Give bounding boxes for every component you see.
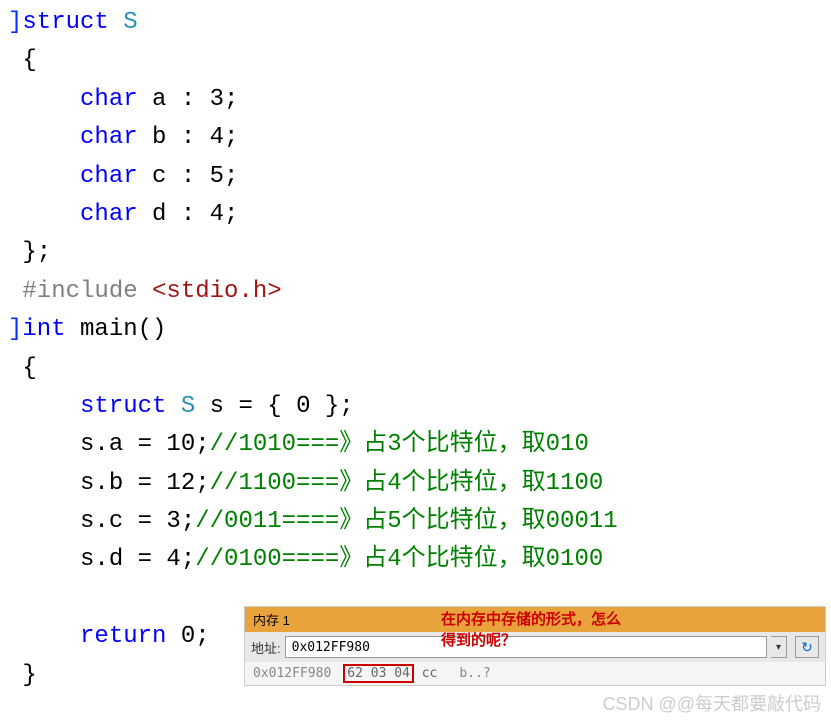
code-line: {	[0, 42, 831, 80]
memory-bytes: 62 03 04 cc	[343, 666, 437, 681]
dropdown-icon[interactable]: ▾	[771, 636, 787, 658]
code-line: s.a = 10;//1010===》占3个比特位，取010	[0, 426, 831, 464]
code-line: s.c = 3;//0011====》占5个比特位，取00011	[0, 503, 831, 541]
refresh-icon: ↻	[801, 639, 813, 656]
code-line: s.b = 12;//1100===》占4个比特位，取1100	[0, 465, 831, 503]
code-line: char b : 4;	[0, 119, 831, 157]
code-line: {	[0, 350, 831, 388]
code-line: #include <stdio.h>	[0, 273, 831, 311]
code-line: };	[0, 234, 831, 272]
memory-ascii: b..?	[459, 666, 490, 681]
code-line: ]struct S	[0, 4, 831, 42]
code-editor: ]struct S { char a : 3; char b : 4; char…	[0, 0, 831, 699]
code-line: s.d = 4;//0100====》占4个比特位，取0100	[0, 541, 831, 579]
watermark: CSDN @@每天都要敲代码	[602, 690, 821, 716]
refresh-button[interactable]: ↻	[795, 636, 819, 658]
code-line: char c : 5;	[0, 158, 831, 196]
memory-hex-view: 0x012FF980 62 03 04 cc b..?	[245, 662, 825, 685]
fold-bracket: ]	[8, 316, 22, 343]
code-line: char a : 3;	[0, 81, 831, 119]
address-label: 地址:	[251, 638, 281, 657]
code-line: struct S s = { 0 };	[0, 388, 831, 426]
code-line: ]int main()	[0, 311, 831, 349]
memory-address: 0x012FF980	[253, 666, 331, 681]
code-line: char d : 4;	[0, 196, 831, 234]
annotation-text: 在内存中存储的形式，怎么 得到的呢？	[441, 610, 621, 652]
fold-bracket: ]	[8, 9, 22, 36]
